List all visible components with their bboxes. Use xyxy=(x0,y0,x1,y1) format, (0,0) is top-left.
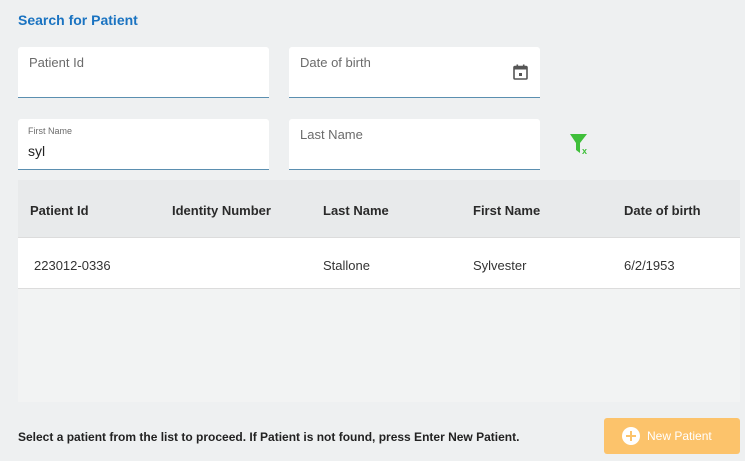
patient-id-label: Patient Id xyxy=(29,55,84,70)
new-patient-button[interactable]: New Patient xyxy=(604,418,740,454)
clear-filter-icon[interactable]: x xyxy=(569,133,591,155)
cell-first-name: Sylvester xyxy=(473,258,527,273)
column-header-identity-number[interactable]: Identity Number xyxy=(172,203,271,218)
column-header-date-of-birth[interactable]: Date of birth xyxy=(624,203,701,218)
first-name-value: syl xyxy=(28,143,46,159)
last-name-field[interactable]: Last Name xyxy=(289,119,540,170)
calendar-icon[interactable] xyxy=(513,64,528,80)
column-header-first-name[interactable]: First Name xyxy=(473,203,540,218)
page-title: Search for Patient xyxy=(18,12,138,28)
cell-last-name: Stallone xyxy=(323,258,370,273)
cell-patient-id: 223012-0336 xyxy=(34,258,111,273)
footer-hint: Select a patient from the list to procee… xyxy=(18,430,520,444)
svg-text:x: x xyxy=(582,146,587,155)
first-name-field[interactable]: First Name syl xyxy=(18,119,269,170)
column-header-last-name[interactable]: Last Name xyxy=(323,203,389,218)
patient-table: Patient Id Identity Number Last Name Fir… xyxy=(18,180,740,402)
patient-id-field[interactable]: Patient Id xyxy=(18,47,269,98)
column-header-patient-id[interactable]: Patient Id xyxy=(30,203,89,218)
date-of-birth-label: Date of birth xyxy=(300,55,371,70)
cell-date-of-birth: 6/2/1953 xyxy=(624,258,675,273)
new-patient-label: New Patient xyxy=(647,429,712,443)
plus-circle-icon xyxy=(622,427,640,445)
last-name-label: Last Name xyxy=(300,127,363,142)
table-header: Patient Id Identity Number Last Name Fir… xyxy=(18,180,740,237)
date-of-birth-field[interactable]: Date of birth xyxy=(289,47,540,98)
table-row[interactable]: 223012-0336 Stallone Sylvester 6/2/1953 xyxy=(18,237,740,289)
first-name-label: First Name xyxy=(28,126,73,136)
